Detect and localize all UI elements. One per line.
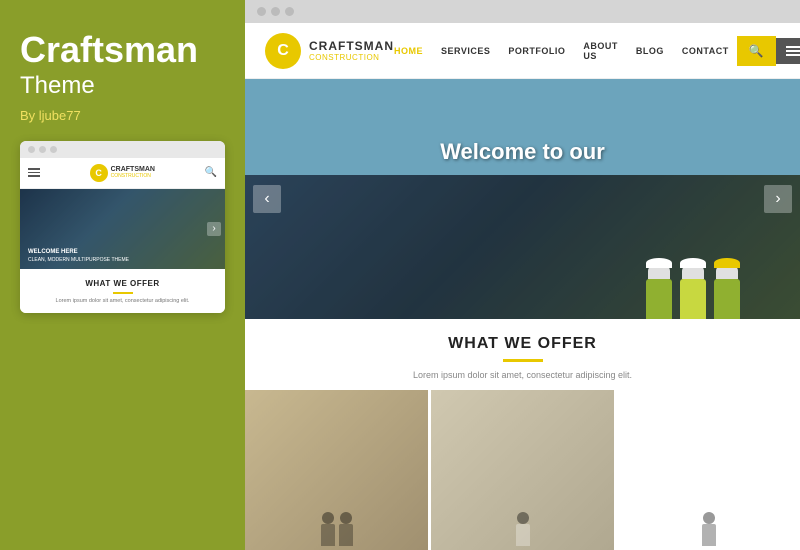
hero-next-button[interactable]: › xyxy=(764,185,792,213)
sil-head-3 xyxy=(517,512,529,524)
silhouette-3 xyxy=(617,508,800,550)
logo-name: CRAFTSMAN xyxy=(309,39,394,53)
site-logo: C CRAFTSMAN CONSTRUCTION xyxy=(265,33,394,69)
sil-body-1 xyxy=(321,524,335,546)
mini-search-icon[interactable]: 🔍 xyxy=(205,167,217,178)
hero-text-overlay: Welcome to our xyxy=(245,139,800,165)
mini-dot-2 xyxy=(39,146,46,153)
mini-hamburger-icon xyxy=(28,168,40,177)
offer-divider xyxy=(503,359,543,362)
worker-2 xyxy=(680,263,706,319)
sil-body-4 xyxy=(702,524,716,546)
theme-subtitle: Theme xyxy=(20,72,95,100)
mini-offer-divider xyxy=(113,292,133,294)
sil-person-2 xyxy=(339,512,353,546)
right-panel: C CRAFTSMAN CONSTRUCTION HOME SERVICES P… xyxy=(245,0,800,550)
site-nav: HOME SERVICES PORTFOLIO ABOUT US BLOG CO… xyxy=(394,41,729,61)
nav-blog[interactable]: BLOG xyxy=(636,46,664,56)
mini-offer-text: Lorem ipsum dolor sit amet, consectetur … xyxy=(30,298,215,306)
hero-welcome-text: Welcome to our xyxy=(245,139,800,165)
image-inner-2 xyxy=(431,390,614,550)
mini-next-arrow[interactable]: › xyxy=(207,222,221,236)
theme-name: Craftsman xyxy=(20,30,198,70)
image-card-3 xyxy=(617,390,800,550)
hero-section: Welcome to our ‹ › xyxy=(245,79,800,319)
sil-body-2 xyxy=(339,524,353,546)
sil-head-1 xyxy=(322,512,334,524)
menu-line-3 xyxy=(786,54,800,56)
image-card-2 xyxy=(431,390,614,550)
worker-helmet-2 xyxy=(680,258,706,268)
worker-head-1 xyxy=(648,263,670,279)
worker-3 xyxy=(714,263,740,319)
worker-helmet-1 xyxy=(646,258,672,268)
logo-circle: C xyxy=(265,33,301,69)
mini-logo-text-block: CRAFTSMAN CONSTRUCTION xyxy=(111,166,155,180)
mini-titlebar xyxy=(20,141,225,158)
silhouette-2 xyxy=(431,508,614,550)
offer-title: WHAT WE OFFER xyxy=(265,335,780,353)
browser-dot-3 xyxy=(285,7,294,16)
next-icon: › xyxy=(775,190,780,208)
silhouette-1 xyxy=(245,508,428,550)
sil-person-3 xyxy=(516,512,530,546)
mini-logo: C CRAFTSMAN CONSTRUCTION xyxy=(46,164,199,182)
mini-offer-section: WHAT WE OFFER Lorem ipsum dolor sit amet… xyxy=(20,269,225,314)
mini-hero-sub: CLEAN, MODERN MULTIPURPOSE THEME xyxy=(28,257,217,263)
browser-dot-1 xyxy=(257,7,266,16)
mini-preview-card: C CRAFTSMAN CONSTRUCTION 🔍 WELCOME HERE … xyxy=(20,141,225,314)
logo-text-block: CRAFTSMAN CONSTRUCTION xyxy=(309,39,394,62)
nav-about[interactable]: ABOUT US xyxy=(583,41,618,61)
nav-portfolio[interactable]: PORTFOLIO xyxy=(508,46,565,56)
sil-head-4 xyxy=(703,512,715,524)
search-icon: 🔍 xyxy=(749,44,764,58)
images-row xyxy=(245,390,800,550)
site-header: C CRAFTSMAN CONSTRUCTION HOME SERVICES P… xyxy=(245,23,800,79)
image-inner-1 xyxy=(245,390,428,550)
mini-hero-overlay: WELCOME HERE CLEAN, MODERN MULTIPURPOSE … xyxy=(20,189,225,269)
mini-logo-name: CRAFTSMAN xyxy=(111,166,155,174)
browser-chrome xyxy=(245,0,800,23)
nav-contact[interactable]: CONTACT xyxy=(682,46,729,56)
worker-body-3 xyxy=(714,279,740,319)
hero-prev-button[interactable]: ‹ xyxy=(253,185,281,213)
worker-head-2 xyxy=(682,263,704,279)
hero-workers xyxy=(646,263,740,319)
mini-nav: C CRAFTSMAN CONSTRUCTION 🔍 xyxy=(20,158,225,189)
worker-1 xyxy=(646,263,672,319)
mini-offer-title: WHAT WE OFFER xyxy=(30,279,215,288)
website-mockup: C CRAFTSMAN CONSTRUCTION HOME SERVICES P… xyxy=(245,23,800,550)
mini-hero-text: WELCOME HERE xyxy=(28,249,217,255)
prev-icon: ‹ xyxy=(264,190,269,208)
worker-body-2 xyxy=(680,279,706,319)
menu-line-2 xyxy=(786,50,800,52)
worker-helmet-3 xyxy=(714,258,740,268)
nav-search-button[interactable]: 🔍 xyxy=(737,36,776,66)
mini-logo-sub: CONSTRUCTION xyxy=(111,173,155,179)
logo-tagline: CONSTRUCTION xyxy=(309,53,394,62)
browser-dot-2 xyxy=(271,7,280,16)
mini-hero: WELCOME HERE CLEAN, MODERN MULTIPURPOSE … xyxy=(20,189,225,269)
offer-section: WHAT WE OFFER Lorem ipsum dolor sit amet… xyxy=(245,319,800,390)
nav-services[interactable]: SERVICES xyxy=(441,46,490,56)
mini-dot-1 xyxy=(28,146,35,153)
menu-line-1 xyxy=(786,46,800,48)
author-name: By ljube77 xyxy=(20,108,81,123)
nav-menu-button[interactable] xyxy=(776,38,800,64)
sil-person-4 xyxy=(702,512,716,546)
image-card-1 xyxy=(245,390,428,550)
left-panel: Craftsman Theme By ljube77 C CRAFTSMAN C… xyxy=(0,0,245,550)
mini-logo-circle: C xyxy=(90,164,108,182)
worker-body-1 xyxy=(646,279,672,319)
image-inner-3 xyxy=(617,390,800,550)
sil-head-2 xyxy=(340,512,352,524)
nav-home[interactable]: HOME xyxy=(394,46,423,56)
offer-text: Lorem ipsum dolor sit amet, consectetur … xyxy=(265,370,780,380)
sil-person-1 xyxy=(321,512,335,546)
mini-dot-3 xyxy=(50,146,57,153)
worker-head-3 xyxy=(716,263,738,279)
sil-body-3 xyxy=(516,524,530,546)
